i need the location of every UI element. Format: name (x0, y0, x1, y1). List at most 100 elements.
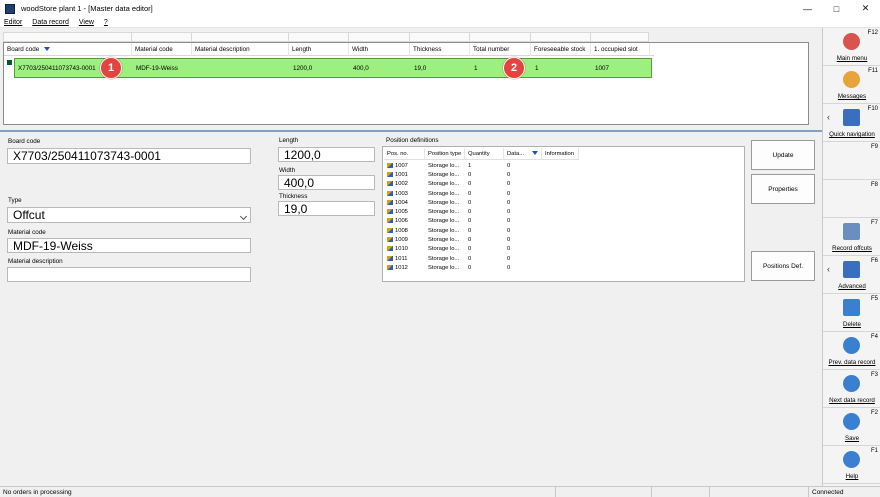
type-select[interactable]: Offcut (7, 207, 251, 223)
filter-cell[interactable] (409, 32, 469, 42)
position-rows: 1007 Storage lo... 1 0 1001 Storage lo... 0 0 10… (384, 161, 579, 273)
sidebar-button-f10[interactable]: F10 ‹ Quick navigation (823, 104, 880, 142)
sidebar-button-label: Advanced (838, 283, 866, 290)
list-item[interactable]: 1002 Storage lo... 0 0 (384, 180, 579, 189)
filter-cell[interactable] (469, 32, 530, 42)
pos-no-cell: 1001 (384, 171, 425, 178)
material-description-field[interactable] (7, 267, 251, 282)
filter-cell[interactable] (530, 32, 590, 42)
status-segment (710, 486, 809, 497)
column-header-material-code[interactable]: Material code (132, 43, 192, 56)
column-header-position-type[interactable]: Position type (425, 148, 465, 160)
list-item[interactable]: 1004 Storage lo... 0 0 (384, 198, 579, 207)
position-definitions-list: Pos. no. Position type Quantity Data... … (382, 146, 745, 282)
sidebar-button-f7[interactable]: F7 Record offcuts (823, 218, 880, 256)
menu-data-record[interactable]: Data record (32, 19, 69, 26)
board-code-field[interactable]: X7703/250411073743-0001 (7, 148, 251, 164)
menu-editor[interactable]: Editor (4, 19, 22, 26)
column-header-length[interactable]: Length (289, 43, 349, 56)
width-field[interactable]: 400,0 (278, 175, 375, 190)
chevron-left-icon[interactable]: ‹ (827, 264, 830, 274)
function-key-label: F2 (870, 410, 878, 416)
sidebar-button-f8[interactable]: F8 (823, 180, 880, 218)
position-type-cell: Storage lo... (428, 171, 460, 178)
sidebar-button-f1[interactable]: F1 Help (823, 446, 880, 484)
function-key-label: F5 (870, 296, 878, 302)
prev-arrow-icon (843, 337, 860, 354)
column-header-quantity[interactable]: Quantity (465, 148, 504, 160)
close-icon[interactable]: ✕ (851, 0, 880, 17)
column-header-total-number[interactable]: Total number (470, 43, 531, 56)
sidebar-button-f4[interactable]: F4 Prev. data record (823, 332, 880, 370)
data-cell: 0 (507, 162, 511, 169)
list-item[interactable]: 1007 Storage lo... 1 0 (384, 161, 579, 170)
filter-cell[interactable] (590, 32, 649, 42)
sidebar-button-label: Record offcuts (832, 245, 872, 252)
data-cell: 0 (507, 237, 511, 244)
quantity-cell: 1 (468, 162, 472, 169)
material-code-field[interactable]: MDF-19-Weiss (7, 238, 251, 253)
column-header-occupied-slot[interactable]: 1. occupied slot (591, 43, 650, 56)
thickness-label: Thickness (279, 193, 308, 200)
window-controls: — □ ✕ (793, 0, 880, 17)
record-offcuts-icon (843, 223, 860, 240)
menu-help[interactable]: ? (104, 19, 108, 26)
minimize-icon[interactable]: — (793, 0, 822, 17)
type-label: Type (8, 197, 22, 204)
chevron-left-icon[interactable]: ‹ (827, 112, 830, 122)
storage-location-icon (387, 227, 393, 233)
list-item[interactable]: 1011 Storage lo... 0 0 (384, 254, 579, 263)
quick-navigation-icon (843, 109, 860, 126)
maximize-icon[interactable]: □ (822, 0, 851, 17)
sidebar-button-f3[interactable]: F3 Next data record (823, 370, 880, 408)
quantity-cell: 0 (468, 181, 472, 188)
list-item[interactable]: 1005 Storage lo... 0 0 (384, 207, 579, 216)
list-item[interactable]: 1006 Storage lo... 0 0 (384, 217, 579, 226)
sidebar-button-f11[interactable]: F11 Messages (823, 66, 880, 104)
column-header-material-description[interactable]: Material description (192, 43, 289, 56)
pos-no-cell: 1002 (384, 181, 425, 187)
filter-cell[interactable] (131, 32, 191, 42)
positions-def-button[interactable]: Positions Def. (751, 251, 815, 281)
column-header-width[interactable]: Width (349, 43, 410, 56)
pos-no-cell: 1011 (384, 255, 425, 262)
filter-cell[interactable] (3, 32, 131, 42)
column-header-information[interactable]: Information (542, 148, 579, 160)
list-item[interactable]: 1001 Storage lo... 0 0 (384, 170, 579, 179)
list-item[interactable]: 1009 Storage lo... 0 0 (384, 235, 579, 244)
sidebar-button-f2[interactable]: F2 Save (823, 408, 880, 446)
update-button[interactable]: Update (751, 140, 815, 170)
column-header-data[interactable]: Data... (504, 148, 542, 160)
sidebar-button-f12[interactable]: F12 Main menu (823, 28, 880, 66)
position-type-cell: Storage lo... (428, 181, 460, 188)
column-header-foreseeable-stock[interactable]: Foreseeable stock (531, 43, 591, 56)
data-cell: 0 (507, 246, 511, 253)
material-code-label: Material code (8, 229, 46, 236)
status-bar: No orders in processing Connected (0, 486, 880, 497)
list-item[interactable]: 1008 Storage lo... 0 0 (384, 226, 579, 235)
filter-cell[interactable] (191, 32, 288, 42)
list-item[interactable]: 1003 Storage lo... 0 0 (384, 189, 579, 198)
list-item[interactable]: 1012 Storage lo... 0 0 (384, 263, 579, 272)
thickness-field[interactable]: 19,0 (278, 201, 375, 216)
list-item[interactable]: 1010 Storage lo... 0 0 (384, 245, 579, 254)
menu-view[interactable]: View (79, 19, 94, 26)
sidebar-button-f5[interactable]: F5 Delete (823, 294, 880, 332)
sidebar-button-f6[interactable]: F6 ‹ Advanced (823, 256, 880, 294)
position-type-cell: Storage lo... (428, 246, 460, 253)
properties-button[interactable]: Properties (751, 174, 815, 204)
sidebar-button-label: Delete (843, 321, 861, 328)
column-header-pos-no[interactable]: Pos. no. (384, 148, 425, 160)
quantity-cell: 0 (468, 171, 472, 178)
pos-no-cell: 1009 (384, 237, 425, 243)
detail-form: Board code X7703/250411073743-0001 Type … (0, 134, 822, 486)
board-list-area: Board code Material code Material descri… (0, 28, 822, 132)
sidebar-button-f9[interactable]: F9 (823, 142, 880, 180)
column-header-board-code[interactable]: Board code (4, 43, 132, 56)
filter-cell[interactable] (348, 32, 409, 42)
column-header-thickness[interactable]: Thickness (410, 43, 470, 56)
length-field[interactable]: 1200,0 (278, 147, 375, 162)
filter-cell[interactable] (288, 32, 348, 42)
save-check-icon (843, 413, 860, 430)
sort-down-icon (532, 151, 539, 156)
